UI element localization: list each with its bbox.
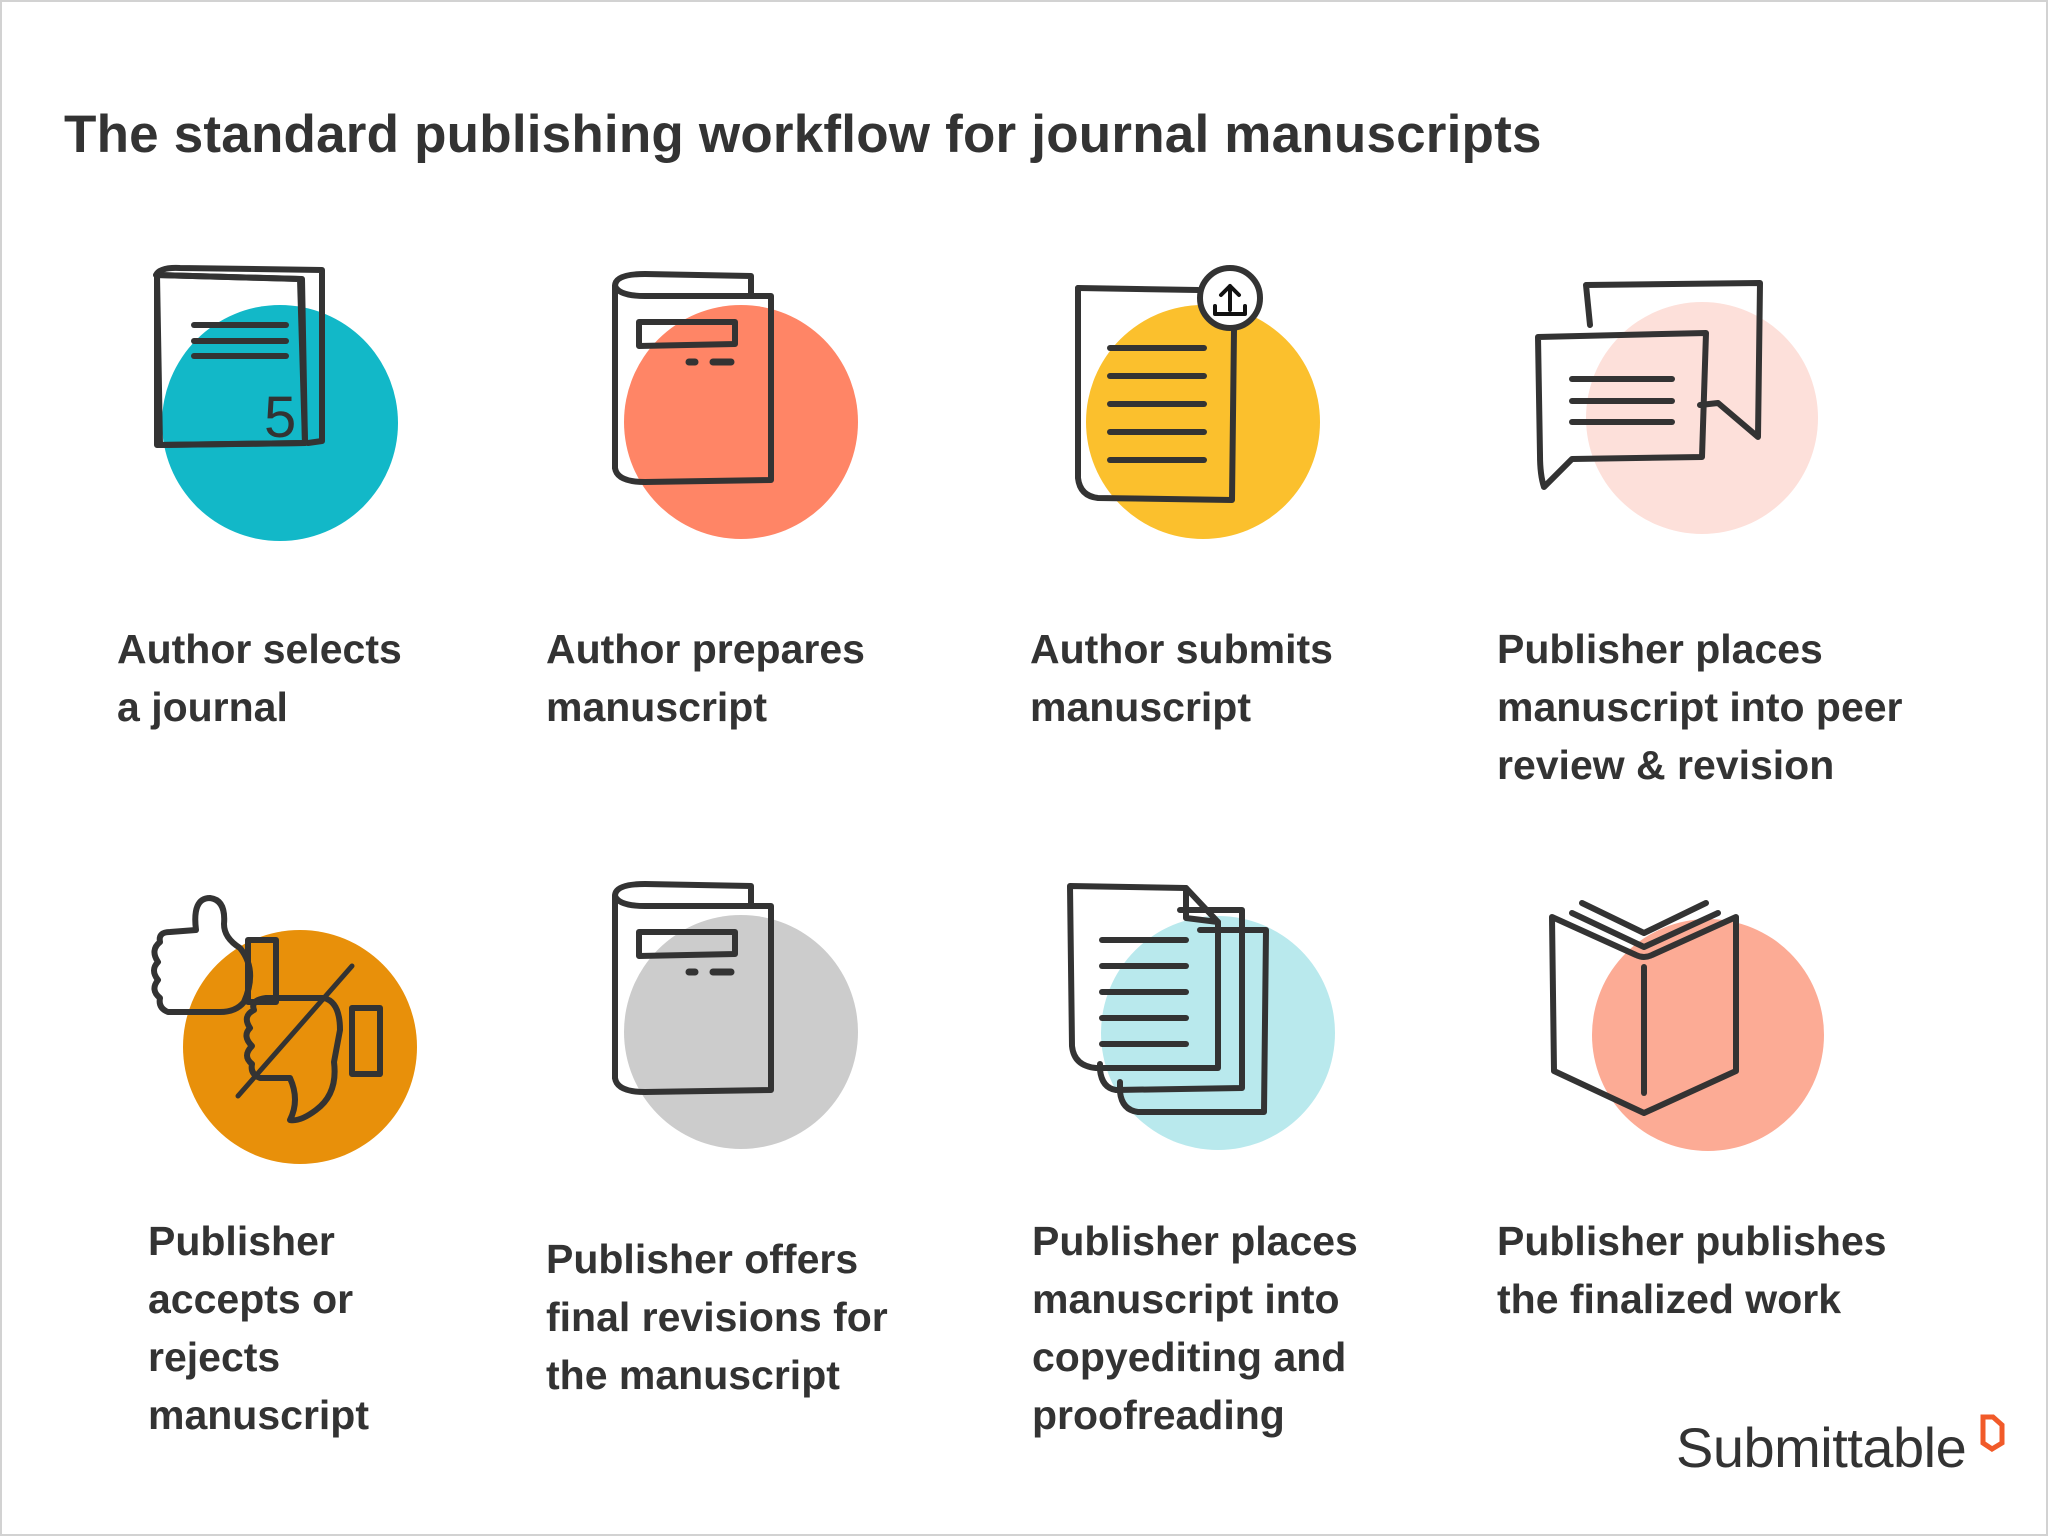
step-2-illustration [605,268,865,548]
step-7-line: proofreading [1032,1392,1285,1438]
step-6-line: final revisions for [546,1294,888,1340]
step-5-illustration [140,890,460,1180]
step-7-label: Publisher places manuscript into copyedi… [1032,1212,1358,1444]
step-6-line: Publisher offers [546,1236,859,1282]
step-7-line: Publisher places [1032,1218,1358,1264]
journal-icon: 5 [153,264,398,541]
yellow-circle [1086,305,1320,539]
step-6-label: Publisher offers final revisions for the… [546,1230,888,1404]
step-7-line: manuscript into [1032,1276,1340,1322]
step-7-line: copyediting and [1032,1334,1347,1380]
gray-circle [624,915,858,1149]
book-icon [612,881,858,1149]
step-2-line: Author prepares [546,626,865,672]
thumbs-up-down-icon [151,895,417,1164]
step-8-line: the finalized work [1497,1276,1841,1322]
journal-issue-number: 5 [264,385,296,450]
logo-wordmark: Submittable [1676,1416,1967,1479]
upload-document-icon [1075,265,1320,539]
step-1-label: Author selects a journal [117,620,402,736]
step-8-illustration [1540,895,1824,1175]
step-4-line: Publisher places [1497,626,1823,672]
step-4-label: Publisher places manuscript into peer re… [1497,620,1903,794]
step-5-label: Publisher accepts or rejects manuscript [148,1212,369,1444]
step-3-line: Author submits [1030,626,1333,672]
step-8-label: Publisher publishes the finalized work [1497,1212,1887,1328]
step-6-line: the manuscript [546,1352,840,1398]
submittable-logo: Submittable [1676,1414,2006,1479]
step-5-line: manuscript [148,1392,369,1438]
step-2-label: Author prepares manuscript [546,620,865,736]
step-4-illustration [1530,275,1830,545]
page-title: The standard publishing workflow for jou… [64,105,1542,164]
step-4-line: review & revision [1497,742,1835,788]
step-5-line: Publisher [148,1218,335,1264]
step-4-line: manuscript into peer [1497,684,1903,730]
chat-bubbles-icon [1535,280,1818,534]
step-1-line: Author selects [117,626,402,672]
step-5-line: rejects [148,1334,281,1380]
step-8-line: Publisher publishes [1497,1218,1887,1264]
step-3-illustration [1070,258,1350,548]
step-2-line: manuscript [546,684,767,730]
step-1-illustration: 5 [140,255,420,545]
coral-circle [624,305,858,539]
logo-document-icon [1980,1414,2005,1452]
step-3-line: manuscript [1030,684,1251,730]
book-icon [612,271,858,539]
step-6-illustration [605,878,865,1158]
step-7-illustration [1060,870,1350,1160]
step-5-line: accepts or [148,1276,354,1322]
step-3-label: Author submits manuscript [1030,620,1333,736]
open-book-icon [1549,900,1824,1151]
step-1-line: a journal [117,684,288,730]
stacked-documents-icon [1067,883,1335,1150]
